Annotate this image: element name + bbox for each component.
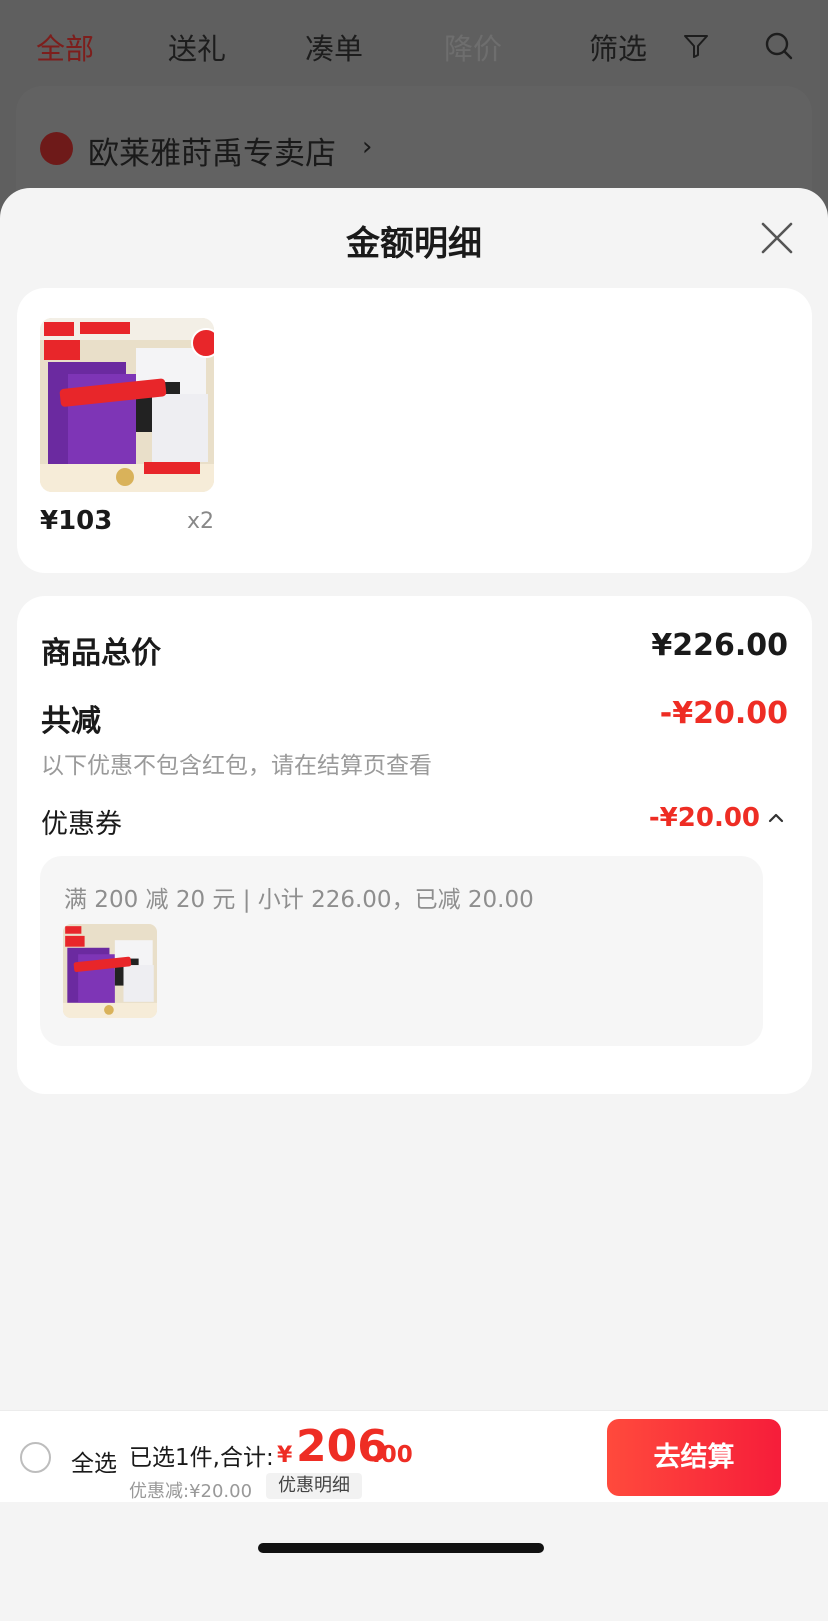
search-icon[interactable] [764, 31, 794, 61]
price-summary-card: 商品总价 ¥226.00 共减 -¥20.00 以下优惠不包含红包，请在结算页查… [17, 596, 812, 1094]
coupon-product-thumbnail[interactable] [63, 924, 157, 1018]
product-price: ¥103 [40, 506, 113, 536]
product-quantity: x2 [187, 509, 215, 534]
select-all-radio[interactable] [20, 1442, 51, 1473]
total-reduce-value: -¥20.00 [659, 696, 788, 731]
chevron-right-icon: › [362, 132, 373, 162]
currency-symbol: ¥ [277, 1443, 293, 1468]
tab-price-drop[interactable]: 降价 [444, 26, 502, 68]
product-image [40, 318, 214, 492]
coupon-detail-box: 满 200 减 20 元 | 小计 226.00，已减 20.00 [40, 856, 763, 1046]
coupon-description: 满 200 减 20 元 | 小计 226.00，已减 20.00 [64, 887, 534, 913]
store-name[interactable]: 欧莱雅莳禹专卖店 [88, 128, 336, 173]
close-icon[interactable] [757, 218, 797, 258]
total-price-value: ¥226.00 [651, 628, 788, 663]
coupon-product-image [63, 924, 157, 1018]
product-thumbnail[interactable] [40, 318, 214, 492]
tab-all[interactable]: 全部 [36, 26, 94, 68]
sheet-title: 金额明细 [346, 224, 482, 264]
select-all-label[interactable]: 全选 [71, 1444, 117, 1478]
selected-count-text: 已选1件,合计: [129, 1445, 274, 1471]
grand-total-decimal: .00 [372, 1442, 413, 1468]
total-price-label: 商品总价 [41, 636, 161, 671]
amount-detail-sheet: 金额明细 ¥103 x2 商品总价 ¥226.00 共减 -¥20.00 以下优… [0, 188, 828, 1621]
filter-label[interactable]: 筛选 [589, 26, 647, 68]
discount-note: 以下优惠不包含红包，请在结算页查看 [41, 753, 432, 779]
home-indicator [258, 1543, 544, 1553]
background-tab-bar: 全部 送礼 凑单 降价 筛选 [0, 0, 828, 90]
coupon-label: 优惠券 [41, 809, 122, 840]
checkout-button[interactable]: 去结算 [607, 1419, 781, 1496]
chevron-up-icon[interactable] [768, 810, 784, 824]
tab-combine-order[interactable]: 凑单 [305, 26, 363, 68]
total-reduce-label: 共减 [41, 704, 101, 739]
selected-check-icon[interactable] [191, 328, 214, 358]
discount-summary: 优惠减:¥20.00 [129, 1481, 253, 1502]
filter-icon[interactable] [683, 33, 709, 59]
product-card: ¥103 x2 [17, 288, 812, 573]
checkout-bar: 全选 已选1件,合计: ¥ 206 .00 优惠减:¥20.00 优惠明细 去结… [0, 1410, 828, 1502]
discount-detail-button[interactable]: 优惠明细 [266, 1473, 362, 1499]
coupon-value: -¥20.00 [648, 803, 760, 833]
store-check-icon[interactable] [40, 132, 73, 165]
tab-gift[interactable]: 送礼 [168, 26, 226, 68]
